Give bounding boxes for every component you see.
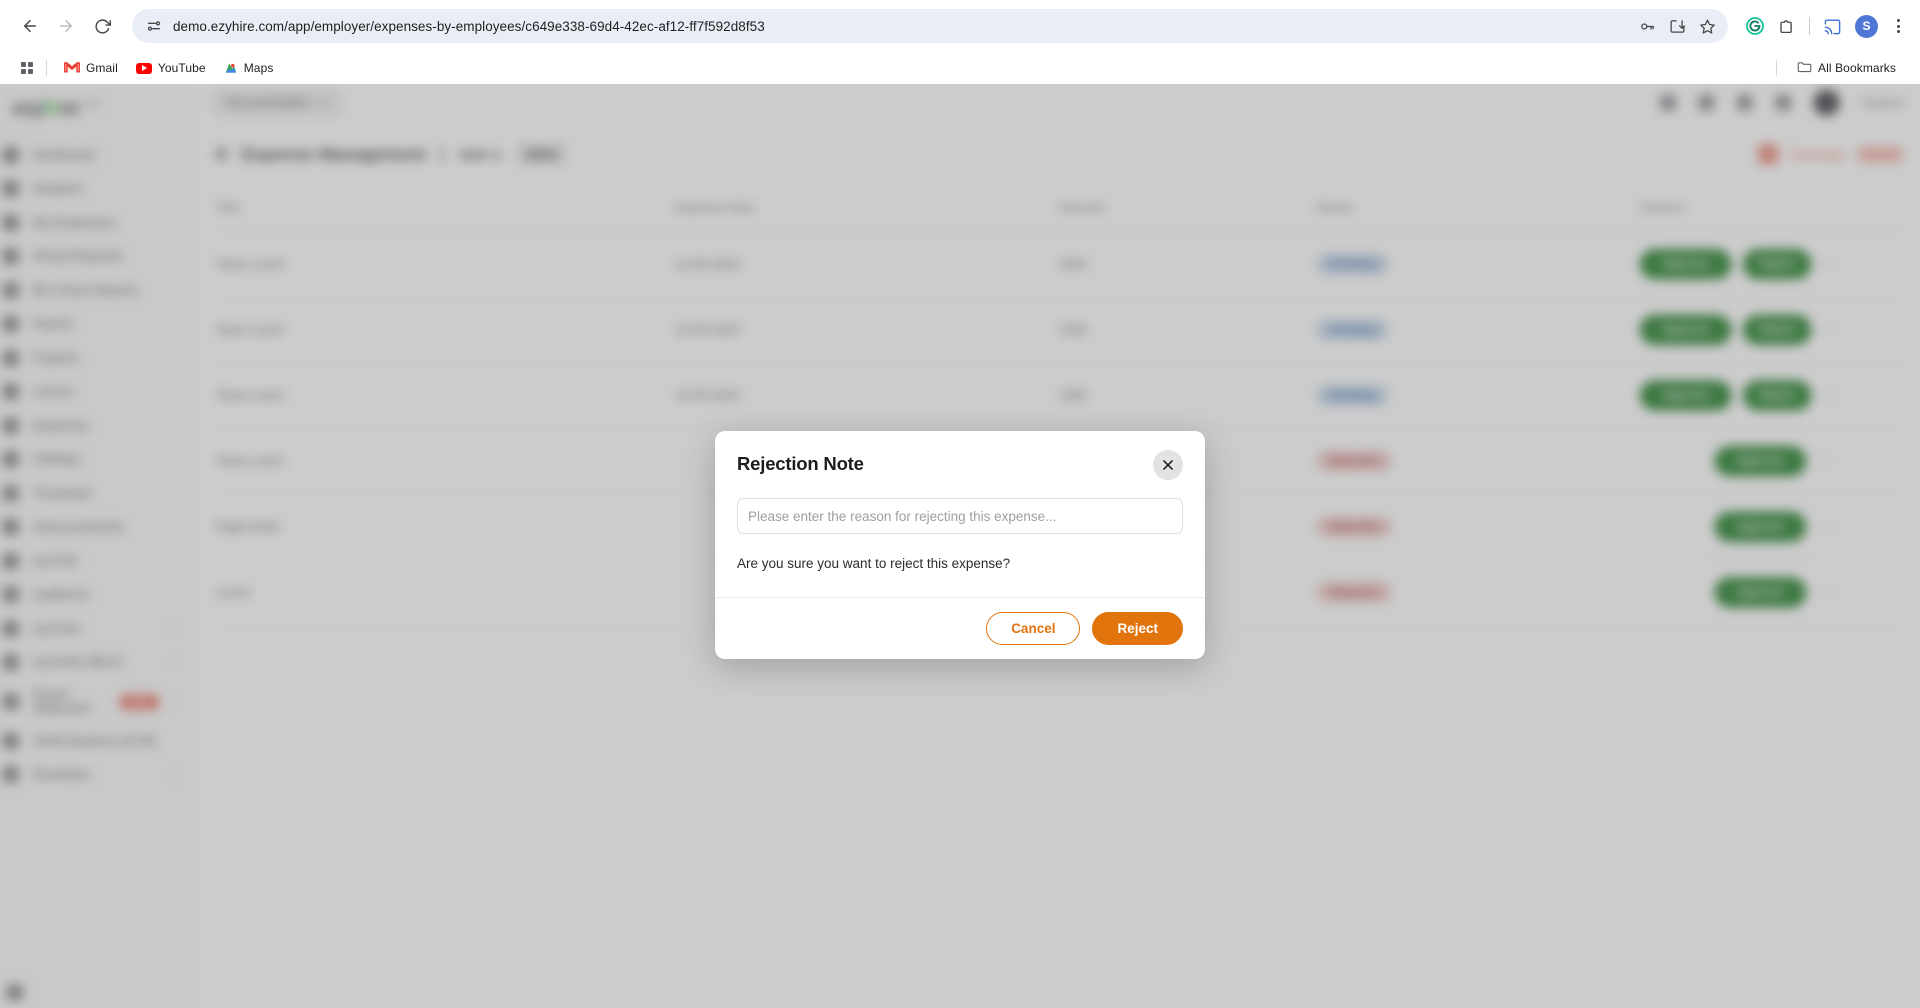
forward-button[interactable] [50,10,82,42]
modal-overlay[interactable]: Rejection Note Are you sure you want to … [0,84,1920,1008]
install-app-icon[interactable] [1669,18,1686,35]
password-key-icon[interactable] [1639,18,1656,35]
gmail-icon [64,61,80,76]
rejection-note-dialog: Rejection Note Are you sure you want to … [715,431,1205,659]
apps-grid-icon[interactable] [14,55,40,81]
dialog-title: Rejection Note [737,453,864,474]
address-bar-url[interactable]: demo.ezyhire.com/app/employer/expenses-b… [173,19,1631,34]
bookmark-gmail[interactable]: Gmail [56,58,126,79]
folder-icon [1797,60,1812,76]
cast-icon[interactable] [1823,17,1842,36]
reload-button[interactable] [86,10,118,42]
bookmarks-bar: Gmail YouTube Maps All Bookmarks [0,52,1920,84]
dialog-footer: Cancel Reject [715,597,1205,659]
profile-avatar[interactable]: S [1855,14,1878,38]
grammarly-icon[interactable] [1745,16,1765,36]
bookmark-label: Gmail [86,61,118,75]
address-bar[interactable]: demo.ezyhire.com/app/employer/expenses-b… [132,9,1728,43]
all-bookmarks-label: All Bookmarks [1818,61,1896,75]
bookmarks-right-divider [1776,60,1777,76]
bookmarks-divider [46,60,47,76]
close-icon[interactable] [1153,450,1183,480]
all-bookmarks-button[interactable]: All Bookmarks [1789,57,1904,79]
cancel-button[interactable]: Cancel [986,612,1081,645]
bookmark-label: YouTube [157,61,206,75]
toolbar-extensions: S [1745,14,1906,38]
back-button[interactable] [14,10,46,42]
youtube-icon [135,62,152,74]
dialog-body: Are you sure you want to reject this exp… [715,480,1205,597]
rejection-reason-input[interactable] [737,498,1183,534]
bookmark-star-icon[interactable] [1699,18,1716,35]
omnibox-actions [1639,18,1716,35]
all-bookmarks-area: All Bookmarks [1776,57,1906,79]
kebab-menu-icon[interactable] [1891,15,1906,37]
extensions-puzzle-icon[interactable] [1778,17,1796,35]
confirmation-text: Are you sure you want to reject this exp… [737,556,1011,571]
browser-window: demo.ezyhire.com/app/employer/expenses-b… [0,0,1920,1008]
reject-button[interactable]: Reject [1092,612,1183,645]
bookmark-maps[interactable]: Maps [216,58,282,78]
maps-icon [224,61,238,75]
tune-icon[interactable] [146,18,162,34]
page-viewport: ezyhire .com Dashboard Analytics My Emplo… [0,84,1920,1008]
browser-toolbar: demo.ezyhire.com/app/employer/expenses-b… [0,0,1920,52]
bookmark-youtube[interactable]: YouTube [128,58,214,78]
bookmark-label: Maps [243,61,274,75]
dialog-header: Rejection Note [715,431,1205,480]
toolbar-divider [1809,17,1810,35]
